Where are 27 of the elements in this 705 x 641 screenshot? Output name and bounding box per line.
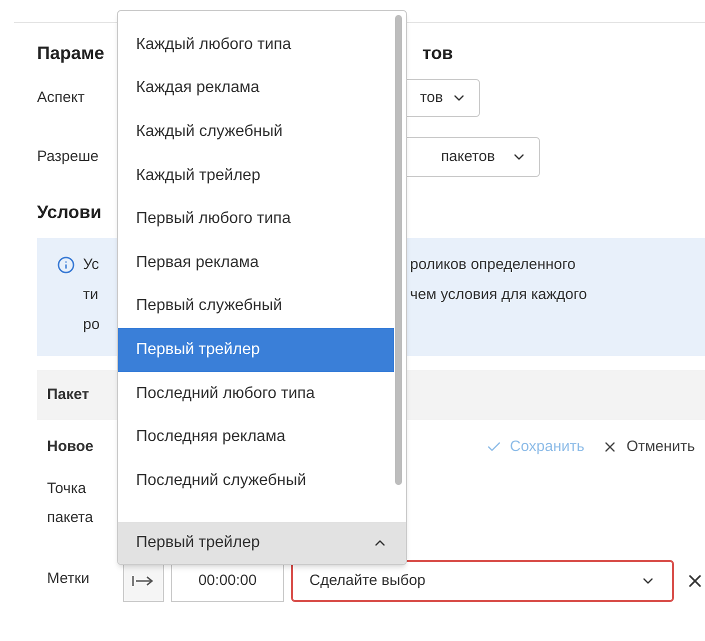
field-label: Аспект — [37, 88, 85, 108]
info-icon — [57, 256, 75, 274]
info-text: роликов определенного — [410, 255, 577, 275]
column-header: Пакет — [47, 384, 90, 405]
scrollbar-thumb[interactable] — [395, 15, 402, 485]
dropdown-option[interactable]: Последняя реклама — [118, 415, 394, 459]
dropdown-select[interactable]: Первый трейлер — [118, 522, 406, 564]
info-text: ти — [83, 285, 100, 305]
arrow-to-line-icon — [132, 575, 154, 587]
cancel-button[interactable]: Отменить — [602, 436, 695, 458]
dropdown-option[interactable]: Последний служебный — [118, 458, 394, 503]
row-label: Новое — [47, 436, 94, 457]
info-text: чем условия для каждого — [410, 285, 588, 305]
section-heading: тов — [422, 42, 453, 65]
dropdown-option[interactable]: Последний любого типа — [118, 372, 394, 416]
dropdown-option[interactable]: Первая реклама — [118, 240, 394, 285]
info-text: ро — [83, 315, 100, 335]
section-heading: Услови — [37, 201, 102, 224]
info-text: Ус — [83, 255, 100, 275]
dropdown-option[interactable]: Первый служебный — [118, 284, 394, 328]
field-label: Точка пакета — [46, 479, 94, 528]
field-label: Метки — [47, 569, 90, 589]
dropdown-option[interactable]: Первый любого типа — [118, 197, 394, 241]
dropdown-option[interactable]: Каждый любого типа — [118, 23, 394, 67]
dropdown-option[interactable]: Первый трейлер — [118, 328, 394, 372]
section-heading: Параме — [37, 42, 104, 65]
field-label: Разреше — [37, 146, 99, 167]
